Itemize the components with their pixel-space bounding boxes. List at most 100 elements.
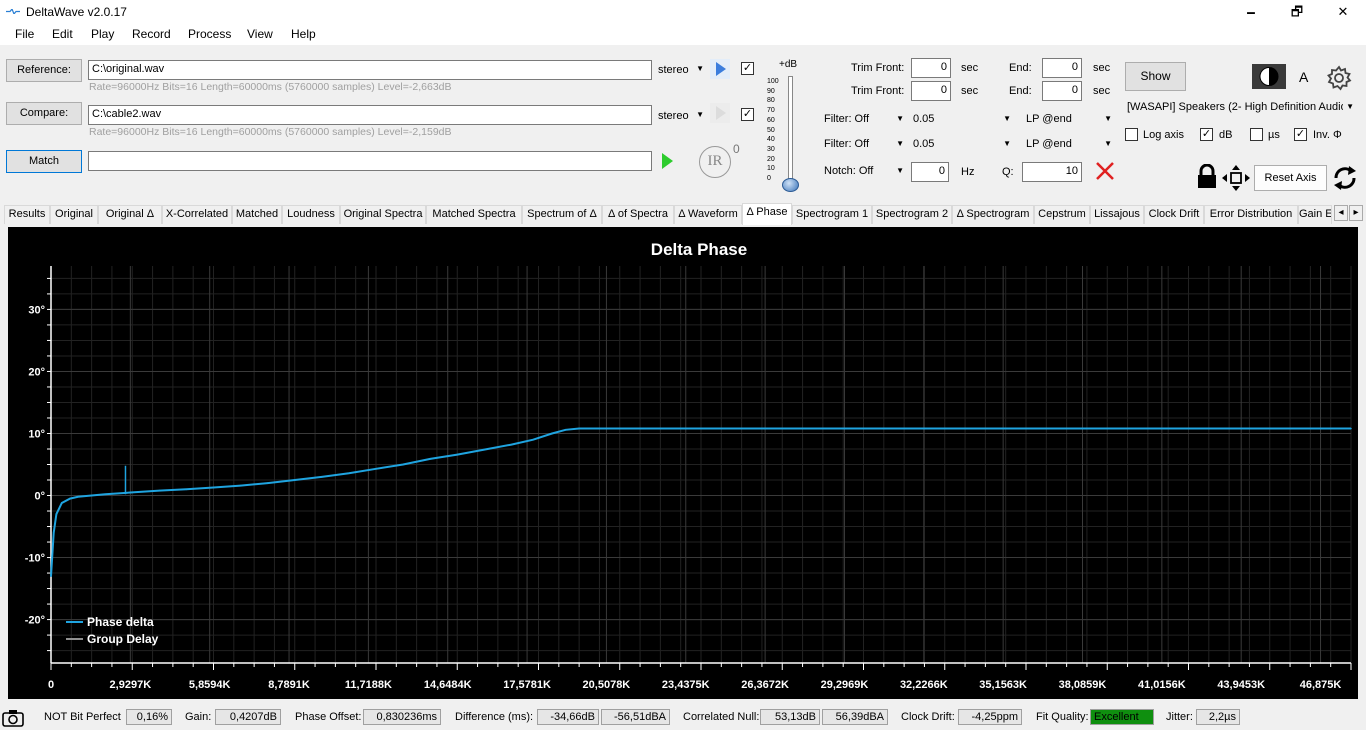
compare-button[interactable]: Compare: <box>6 102 82 125</box>
microseconds-checkbox[interactable] <box>1250 128 1263 141</box>
menu-process[interactable]: Process <box>188 27 231 41</box>
trim-front-unit-2: sec <box>961 85 979 97</box>
pan-button[interactable] <box>1222 165 1250 191</box>
compare-channel-select[interactable]: stereo ▼ <box>658 110 706 122</box>
tab-14[interactable]: Δ Spectrogram <box>952 205 1034 224</box>
menu-file[interactable]: File <box>15 27 34 41</box>
series-point <box>50 575 52 577</box>
filter-1-mode-select[interactable]: LP @end ▼ <box>1022 110 1114 128</box>
tab-0[interactable]: Results <box>4 205 50 224</box>
tab-6[interactable]: Original Spectra <box>340 205 426 224</box>
tab-15[interactable]: Cepstrum <box>1034 205 1090 224</box>
reference-path-field[interactable]: C:\original.wav <box>88 60 652 80</box>
a-weighting-toggle[interactable]: A <box>1299 69 1308 85</box>
reference-button[interactable]: Reference: <box>6 59 82 82</box>
x-tick-label: 23,4375K <box>662 679 710 691</box>
tab-11[interactable]: Δ Phase <box>742 203 792 225</box>
menu-edit[interactable]: Edit <box>52 27 73 41</box>
filter-2-mode-select[interactable]: LP @end ▼ <box>1022 135 1114 153</box>
tab-7[interactable]: Matched Spectra <box>426 205 522 224</box>
menu-view[interactable]: View <box>247 27 273 41</box>
tab-8[interactable]: Spectrum of Δ <box>522 205 602 224</box>
tab-12[interactable]: Spectrogram 1 <box>792 205 872 224</box>
lock-axis-button[interactable] <box>1196 163 1218 190</box>
theme-toggle-button[interactable] <box>1252 64 1286 89</box>
level-slider-track[interactable] <box>788 76 793 186</box>
log-axis-checkbox[interactable] <box>1125 128 1138 141</box>
compare-enable-checkbox[interactable]: ✓ <box>741 108 754 121</box>
lock-icon <box>1198 163 1216 188</box>
filter-1-select[interactable]: Filter: Off ▼ <box>820 110 906 128</box>
trim-front-input-2[interactable]: 0 <box>911 81 951 101</box>
tab-scroll-left-button[interactable]: ◂ <box>1334 205 1348 221</box>
menu-play[interactable]: Play <box>91 27 114 41</box>
filter-2-mode-value: LP @end <box>1026 138 1072 150</box>
level-tick-label: 0 <box>767 175 771 182</box>
gain-label: Gain: <box>185 711 212 723</box>
tab-13[interactable]: Spectrogram 2 <box>872 205 952 224</box>
x-tick-label: 11,7188K <box>345 679 392 691</box>
match-progress-field <box>88 151 652 171</box>
show-button[interactable]: Show <box>1125 62 1186 91</box>
series-point <box>131 491 134 494</box>
filter-2-select[interactable]: Filter: Off ▼ <box>820 135 906 153</box>
level-tick-label: 30 <box>767 145 775 153</box>
impulse-response-button[interactable]: IR <box>699 146 731 178</box>
minimize-button[interactable]: 🗕 <box>1228 0 1274 23</box>
menu-help[interactable]: Help <box>291 27 316 41</box>
tab-3[interactable]: X-Correlated <box>162 205 232 224</box>
trim-front-unit-1: sec <box>961 62 979 74</box>
refresh-button[interactable] <box>1332 165 1358 191</box>
reference-enable-checkbox[interactable]: ✓ <box>741 62 754 75</box>
tab-18[interactable]: Error Distribution <box>1204 205 1298 224</box>
trim-front-input-1[interactable]: 0 <box>911 58 951 78</box>
menu-record[interactable]: Record <box>132 27 171 41</box>
clear-filters-button[interactable] <box>1094 160 1116 182</box>
notch-q-input[interactable]: 10 <box>1022 162 1082 182</box>
level-slider-thumb[interactable] <box>782 178 799 192</box>
y-tick-label: 30° <box>28 304 45 316</box>
delta-phase-chart[interactable]: Delta Phase 0 2,9297K 5,8594K 8,7891K 11,7188… <box>8 227 1358 699</box>
series-point <box>185 488 188 491</box>
tab-1[interactable]: Original <box>50 205 98 224</box>
tab-2[interactable]: Original Δ <box>98 205 162 224</box>
tab-17[interactable]: Clock Drift <box>1144 205 1204 224</box>
tab-scroll-right-button[interactable]: ▸ <box>1349 205 1363 221</box>
match-button[interactable]: Match <box>6 150 82 173</box>
tab-19[interactable]: Gain E <box>1298 205 1332 224</box>
output-device-select[interactable]: [WASAPI] Speakers (2- High Definition Au… <box>1124 98 1356 116</box>
tab-16[interactable]: Lissajous <box>1090 205 1144 224</box>
db-checkbox[interactable]: ✓ <box>1200 128 1213 141</box>
close-button[interactable]: ✕ <box>1320 0 1366 23</box>
series-point <box>61 502 63 504</box>
filter-1-frequency-value: 0.05 <box>913 113 935 125</box>
play-reference-button[interactable] <box>710 59 730 79</box>
phase-offset-value: 0,830236ms <box>363 709 441 725</box>
invert-phase-checkbox[interactable]: ✓ <box>1294 128 1307 141</box>
jitter-value: 2,2µs <box>1196 709 1240 725</box>
reset-axis-button[interactable]: Reset Axis <box>1254 165 1327 191</box>
maximize-button[interactable]: 🗗 <box>1274 0 1320 23</box>
filter-2-value: Filter: Off <box>824 138 870 150</box>
tab-10[interactable]: Δ Waveform <box>674 205 742 224</box>
status-bar: NOT Bit Perfect 0,16% Gain: 0,4207dB Pha… <box>0 706 1366 730</box>
x-tick-label: 14,6484K <box>424 679 472 691</box>
series-point <box>104 493 106 496</box>
filter-1-frequency-select[interactable]: 0.05 ▼ <box>909 110 1013 128</box>
notch-select[interactable]: Notch: Off ▼ <box>820 162 906 180</box>
play-compare-button[interactable] <box>710 103 730 123</box>
screenshot-button[interactable] <box>2 709 24 727</box>
trim-end-input-2[interactable]: 0 <box>1042 81 1082 101</box>
chart-canvas[interactable]: Delta Phase 0 2,9297K 5,8594K 8,7891K 11,7188… <box>8 227 1358 699</box>
tab-4[interactable]: Matched <box>232 205 282 224</box>
run-match-button[interactable] <box>657 151 677 171</box>
reference-channel-select[interactable]: stereo ▼ <box>658 64 706 76</box>
tab-9[interactable]: Δ of Spectra <box>602 205 674 224</box>
compare-path-field[interactable]: C:\cable2.wav <box>88 105 652 125</box>
x-tick-label: 26,3672K <box>741 679 789 691</box>
notch-frequency-input[interactable]: 0 <box>911 162 949 182</box>
settings-button[interactable] <box>1325 64 1353 92</box>
trim-end-input-1[interactable]: 0 <box>1042 58 1082 78</box>
filter-2-frequency-select[interactable]: 0.05 ▼ <box>909 135 1013 153</box>
tab-5[interactable]: Loudness <box>282 205 340 224</box>
